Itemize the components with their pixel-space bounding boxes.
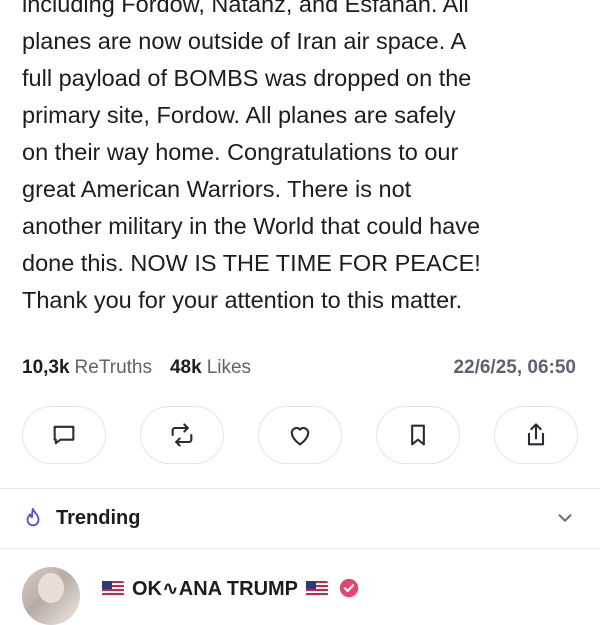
- post-line: another military in the World that could…: [22, 213, 481, 239]
- post-line: done this. NOW IS THE TIME FOR PEACE!: [22, 250, 481, 276]
- post-stats: 10,3k ReTruths 48k Likes 22/6/25, 06:50: [22, 354, 576, 382]
- post-line: full payload of BOMBS was dropped on the: [22, 65, 472, 91]
- trending-label: Trending: [56, 506, 141, 529]
- likes-label: Likes: [206, 357, 252, 378]
- display-name-row[interactable]: OK∿ANA TRUMP: [94, 576, 360, 601]
- share-button[interactable]: [494, 406, 578, 464]
- heart-icon: [290, 427, 310, 446]
- section-divider: [0, 488, 600, 489]
- comment-icon: [53, 425, 75, 445]
- likes-count: 48k: [169, 357, 202, 378]
- comment-button[interactable]: [22, 406, 106, 464]
- like-button[interactable]: [258, 406, 342, 464]
- post-line: great American Warriors. There is not: [22, 176, 412, 202]
- share-icon: [527, 423, 545, 446]
- retruths-stat[interactable]: 10,3k ReTruths: [22, 357, 152, 379]
- display-name: OK∿ANA TRUMP: [132, 577, 299, 600]
- post-timestamp: 22/6/25, 06:50: [453, 357, 576, 378]
- post-line: on their way home. Congratulations to ou…: [22, 139, 459, 165]
- next-post-header[interactable]: OK∿ANA TRUMP: [22, 566, 360, 625]
- retruth-button[interactable]: [140, 406, 224, 464]
- retruth-icon: [171, 423, 193, 447]
- post-actions: [22, 406, 578, 466]
- us-flag-icon: [306, 580, 329, 596]
- post-line: primary site, Fordow. All planes are saf…: [22, 102, 456, 128]
- bookmark-button[interactable]: [376, 406, 460, 464]
- flame-icon: [26, 507, 40, 527]
- verified-badge-icon: [339, 578, 359, 598]
- likes-stat[interactable]: 48k Likes: [170, 357, 251, 379]
- post-line: including Fordow, Natanz, and Esfahan. A…: [22, 0, 469, 17]
- chevron-down-icon[interactable]: [554, 507, 576, 529]
- trending-header[interactable]: Trending: [22, 498, 576, 538]
- bookmark-icon: [411, 424, 425, 446]
- post-text: including Fordow, Natanz, and Esfahan. A…: [22, 0, 582, 319]
- avatar[interactable]: [22, 567, 80, 625]
- retruths-count: 10,3k: [22, 357, 70, 378]
- us-flag-icon: [102, 580, 124, 596]
- post-line: planes are now outside of Iran air space…: [22, 28, 467, 54]
- section-divider: [0, 548, 600, 549]
- retruths-label: ReTruths: [74, 357, 152, 378]
- post-line: Thank you for your attention to this mat…: [22, 287, 463, 313]
